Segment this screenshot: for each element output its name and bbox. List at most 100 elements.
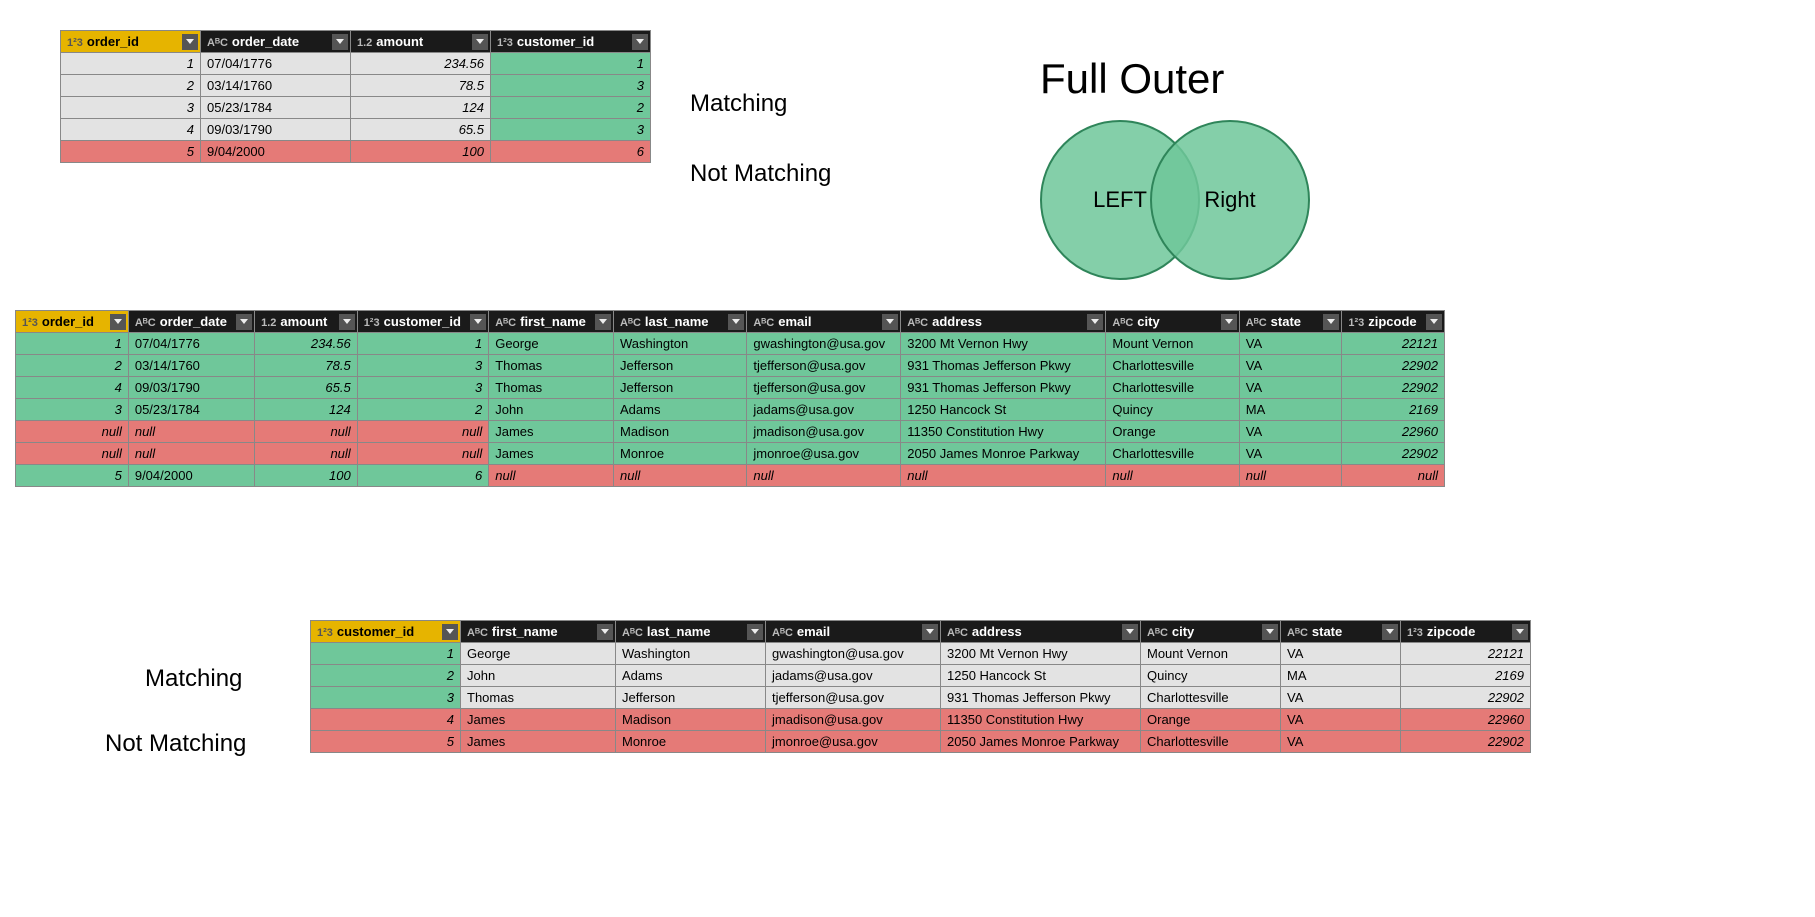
column-header[interactable]: AᴮCcity [1106,311,1239,333]
cell: null [489,465,614,487]
dropdown-icon[interactable] [882,314,898,330]
dropdown-icon[interactable] [595,314,611,330]
dropdown-icon[interactable] [922,624,938,640]
cell: VA [1239,443,1342,465]
cell: John [461,665,616,687]
cell: George [489,333,614,355]
dropdown-icon[interactable] [1122,624,1138,640]
type-icon: AᴮC [772,627,793,639]
dropdown-icon[interactable] [1512,624,1528,640]
column-header[interactable]: 1.2amount [255,311,358,333]
dropdown-icon[interactable] [1221,314,1237,330]
cell: 22960 [1401,709,1531,731]
cell: 2 [61,75,201,97]
cell: 05/23/1784 [201,97,351,119]
cell: Adams [614,399,747,421]
label-matching-bot: Matching [145,665,242,693]
column-header[interactable]: 1²3customer_id [357,311,489,333]
dropdown-icon[interactable] [1426,314,1442,330]
cell: 78.5 [351,75,491,97]
cell: 124 [351,97,491,119]
cell: 78.5 [255,355,358,377]
cell: Charlottesville [1106,377,1239,399]
column-header[interactable]: 1²3order_id [61,31,201,53]
column-header[interactable]: 1²3order_id [16,311,129,333]
cell: null [1106,465,1239,487]
cell: Monroe [614,443,747,465]
column-header[interactable]: 1²3customer_id [491,31,651,53]
cell: John [489,399,614,421]
column-header[interactable]: AᴮCaddress [901,311,1106,333]
dropdown-icon[interactable] [332,34,348,50]
type-icon: AᴮC [753,317,774,329]
dropdown-icon[interactable] [632,34,648,50]
dropdown-icon[interactable] [110,314,126,330]
table-row: 107/04/1776234.561GeorgeWashingtongwashi… [16,333,1445,355]
column-header[interactable]: AᴮCemail [766,621,941,643]
dropdown-icon[interactable] [1262,624,1278,640]
column-header[interactable]: AᴮCorder_date [128,311,254,333]
table-row: 305/23/17841242 [61,97,651,119]
cell: Charlottesville [1141,687,1281,709]
cell: 1250 Hancock St [901,399,1106,421]
label-notmatching-bot: Not Matching [105,730,246,758]
cell: jmonroe@usa.gov [747,443,901,465]
dropdown-icon[interactable] [182,34,198,50]
cell: Washington [614,333,747,355]
type-icon: AᴮC [1287,627,1308,639]
dropdown-icon[interactable] [728,314,744,330]
cell: VA [1281,731,1401,753]
type-icon: 1²3 [497,37,513,49]
column-header[interactable]: 1²3zipcode [1342,311,1445,333]
cell: null [357,443,489,465]
cell: null [16,421,129,443]
column-header[interactable]: AᴮCfirst_name [461,621,616,643]
cell: Thomas [489,355,614,377]
column-header[interactable]: AᴮCstate [1281,621,1401,643]
cell: 22902 [1342,355,1445,377]
column-header[interactable]: AᴮCaddress [941,621,1141,643]
label-matching-top: Matching [690,90,787,118]
cell: Madison [614,421,747,443]
cell: 6 [357,465,489,487]
column-header[interactable]: AᴮCfirst_name [489,311,614,333]
type-icon: 1²3 [67,37,83,49]
cell: 931 Thomas Jefferson Pkwy [901,377,1106,399]
cell: null [255,443,358,465]
venn-right-circle: Right [1150,120,1310,280]
cell: 2050 James Monroe Parkway [901,443,1106,465]
dropdown-icon[interactable] [1323,314,1339,330]
label-notmatching-top: Not Matching [690,160,831,188]
cell: tjefferson@usa.gov [747,377,901,399]
cell: 3 [357,377,489,399]
table-row: 203/14/176078.53 [61,75,651,97]
dropdown-icon[interactable] [442,624,458,640]
column-header[interactable]: AᴮCcity [1141,621,1281,643]
dropdown-icon[interactable] [747,624,763,640]
cell: James [461,709,616,731]
column-header[interactable]: AᴮClast_name [614,311,747,333]
cell: 124 [255,399,358,421]
column-header[interactable]: AᴮCstate [1239,311,1342,333]
cell: 03/14/1760 [128,355,254,377]
cell: 5 [61,141,201,163]
cell: null [128,421,254,443]
dropdown-icon[interactable] [236,314,252,330]
column-header[interactable]: 1²3zipcode [1401,621,1531,643]
dropdown-icon[interactable] [597,624,613,640]
dropdown-icon[interactable] [472,34,488,50]
column-header[interactable]: 1²3customer_id [311,621,461,643]
dropdown-icon[interactable] [470,314,486,330]
dropdown-icon[interactable] [339,314,355,330]
dropdown-icon[interactable] [1382,624,1398,640]
column-header[interactable]: AᴮCorder_date [201,31,351,53]
dropdown-icon[interactable] [1087,314,1103,330]
cell: 234.56 [351,53,491,75]
cell: VA [1239,355,1342,377]
column-header[interactable]: AᴮClast_name [616,621,766,643]
column-header[interactable]: AᴮCemail [747,311,901,333]
type-icon: AᴮC [467,627,488,639]
column-header[interactable]: 1.2amount [351,31,491,53]
cell: 2050 James Monroe Parkway [941,731,1141,753]
cell: jmadison@usa.gov [747,421,901,443]
